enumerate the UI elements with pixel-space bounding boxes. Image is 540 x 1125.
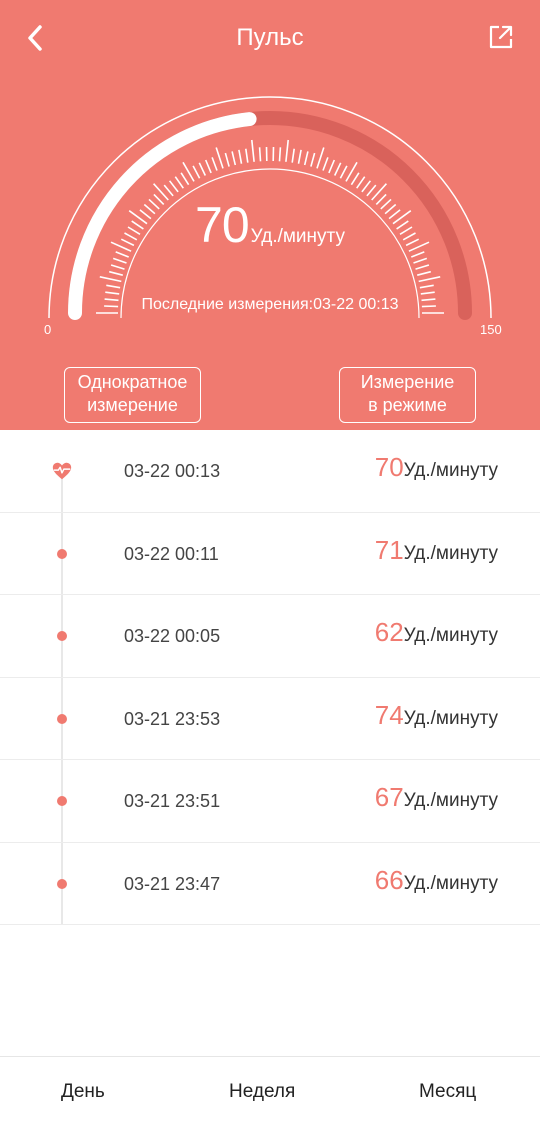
gauge-tick	[285, 139, 289, 162]
gauge-tick	[420, 291, 435, 295]
list-item[interactable]: 03-22 00:13 70Уд./минуту	[0, 430, 540, 513]
gauge-tick	[106, 284, 121, 289]
list-item[interactable]: 03-22 00:05 62Уд./минуту	[0, 595, 540, 678]
timeline-dot	[57, 713, 67, 724]
gauge-tick	[99, 276, 122, 283]
gauge-tick	[303, 151, 309, 166]
record-value: 67Уд./минуту	[375, 782, 498, 813]
gauge-tick	[180, 172, 190, 186]
record-bpm: 67	[374, 782, 404, 812]
record-value: 62Уд./минуту	[375, 617, 498, 648]
scale-max-label: 150	[480, 322, 502, 337]
share-icon[interactable]	[486, 22, 516, 52]
gauge-tick	[112, 257, 127, 264]
record-unit: Уд./минуту	[403, 872, 498, 894]
gauge-tick	[350, 172, 360, 186]
gauge-tick	[258, 147, 262, 162]
list-item[interactable]: 03-21 23:47 66Уд./минуту	[0, 843, 540, 925]
header: Пульс 70 Уд./минуту Последние измерения:0…	[0, 0, 540, 430]
gauge-tick	[278, 147, 282, 162]
measurement-list: 03-22 00:13 70Уд./минуту 03-22 00:11 71У…	[0, 430, 540, 925]
record-unit: Уд./минуту	[403, 707, 498, 729]
record-time: 03-22 00:13	[124, 461, 221, 481]
gauge-tick	[204, 159, 212, 174]
gauge-tick	[245, 148, 249, 163]
continuous-measure-button[interactable]: Измерение в режиме	[339, 367, 476, 423]
record-unit: Уд./минуту	[403, 790, 498, 811]
record-value: 66Уд./минуту	[375, 865, 498, 896]
gauge-tick	[109, 270, 123, 276]
record-bpm: 71	[374, 534, 404, 565]
heart-pulse-icon	[52, 462, 72, 480]
gauge-tick	[310, 152, 316, 167]
page-title: Пульс	[236, 24, 304, 51]
record-bpm: 74	[374, 699, 404, 730]
gauge-tick	[192, 165, 201, 179]
timeline-dot	[57, 548, 67, 559]
record-unit: Уд./минуту	[403, 460, 498, 481]
gauge-tick	[251, 139, 255, 162]
gauge-tick	[366, 184, 377, 197]
gauge-tick	[333, 162, 342, 176]
timeline-dot	[57, 796, 67, 806]
last-measurement: Последние измерения:03-22 00:13	[141, 296, 399, 313]
current-value-number: 70	[195, 197, 250, 253]
record-time: 03-21 23:51	[124, 791, 221, 811]
gauge-tick	[297, 149, 302, 164]
current-value-unit: Уд./минуту	[250, 226, 345, 247]
gauge-tick	[168, 180, 179, 193]
single-measure-button[interactable]: Однократное измерение	[64, 367, 201, 423]
bottom-tab-bar: День Неделя Месяц	[0, 1056, 540, 1125]
timeline-dot	[57, 878, 67, 889]
gauge-tick	[105, 291, 120, 295]
gauge-tick	[417, 270, 431, 276]
gauge-tick	[413, 257, 428, 264]
gauge-tick	[418, 276, 441, 283]
gauge-tick	[322, 157, 329, 171]
timeline-dot	[57, 631, 67, 641]
record-bpm: 66	[374, 864, 404, 895]
current-value: 70 Уд./минуту	[0, 196, 540, 254]
gauge-tick	[339, 165, 348, 179]
gauge-tick	[211, 157, 218, 171]
gauge-tick	[419, 284, 434, 289]
gauge-tick	[238, 149, 243, 164]
tab-month[interactable]: Месяц	[419, 1081, 476, 1103]
gauge-tick	[198, 162, 207, 176]
record-time: 03-21 23:53	[124, 708, 221, 729]
list-item[interactable]: 03-21 23:51 67Уд./минуту	[0, 760, 540, 843]
record-time: 03-22 00:05	[124, 626, 221, 646]
gauge-tick	[110, 264, 125, 270]
record-value: 71Уд./минуту	[375, 535, 498, 566]
record-bpm: 62	[374, 617, 404, 647]
scale-min-label: 0	[44, 322, 52, 337]
gauge-tick	[415, 264, 430, 270]
record-value: 70Уд./минуту	[375, 452, 498, 483]
gauge-tick	[291, 148, 295, 163]
record-time: 03-22 00:11	[124, 543, 219, 564]
tab-day[interactable]: День	[61, 1081, 105, 1103]
record-time: 03-21 23:47	[124, 873, 221, 894]
record-unit: Уд./минуту	[403, 625, 498, 646]
gauge-tick	[224, 152, 230, 167]
list-item[interactable]: 03-21 23:53 74Уд./минуту	[0, 678, 540, 760]
gauge-tick	[328, 159, 336, 174]
list-item[interactable]: 03-22 00:11 71Уд./минуту	[0, 513, 540, 595]
gauge-tick	[356, 176, 366, 189]
gauge-tick	[361, 180, 372, 193]
tab-week[interactable]: Неделя	[229, 1081, 295, 1103]
gauge-tick	[163, 184, 174, 197]
record-unit: Уд./минуту	[403, 542, 498, 564]
gauge-tick	[174, 176, 184, 189]
record-value: 74Уд./минуту	[375, 700, 498, 731]
gauge-tick	[231, 151, 237, 166]
gauge-tick	[215, 147, 224, 169]
gauge-tick	[316, 147, 325, 169]
record-bpm: 70	[374, 452, 404, 482]
